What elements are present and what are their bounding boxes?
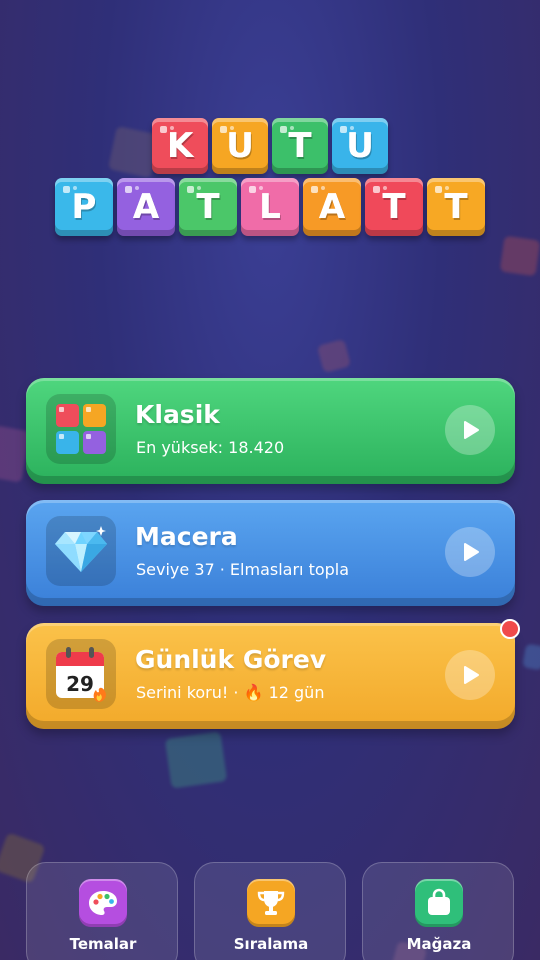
logo-word-patlat: P A T L A T T xyxy=(0,178,540,236)
mode-subtitle: Serini koru! · 🔥 12 gün xyxy=(136,683,325,702)
background-cube xyxy=(522,643,540,671)
palette-icon xyxy=(79,879,127,927)
notification-badge xyxy=(500,619,520,639)
mode-card-gunluk-gorev[interactable]: 29 Günlük Görev Serini koru! · 🔥 12 gün xyxy=(26,623,515,729)
mode-card-klasik[interactable]: Klasik En yüksek: 18.420 xyxy=(26,378,515,484)
play-button[interactable] xyxy=(445,405,495,455)
logo-tile: A xyxy=(117,178,175,236)
logo-tile: K xyxy=(152,118,208,174)
mode-card-macera[interactable]: Macera Seviye 37 · Elmasları topla xyxy=(26,500,515,606)
calendar-icon: 29 xyxy=(46,639,116,709)
shopping-bag-icon xyxy=(415,879,463,927)
nav-label: Sıralama xyxy=(233,935,309,953)
logo-word-kutu: K U T U xyxy=(0,118,540,174)
play-icon xyxy=(464,421,479,439)
logo-tile: U xyxy=(212,118,268,174)
background-cube xyxy=(164,731,228,789)
play-button[interactable] xyxy=(445,527,495,577)
nav-magaza-button[interactable]: Mağaza xyxy=(362,862,514,960)
mode-subtitle: Seviye 37 · Elmasları topla xyxy=(136,560,350,579)
mode-title: Macera xyxy=(135,522,238,551)
play-icon xyxy=(464,666,479,684)
mode-subtitle: En yüksek: 18.420 xyxy=(136,438,285,457)
logo-tile: T xyxy=(427,178,485,236)
diamond-icon xyxy=(46,516,116,586)
nav-temalar-button[interactable]: Temalar xyxy=(26,862,178,960)
logo-tile: A xyxy=(303,178,361,236)
logo-tile: T xyxy=(272,118,328,174)
logo-tile: U xyxy=(332,118,388,174)
play-icon xyxy=(464,543,479,561)
nav-label: Mağaza xyxy=(406,935,472,953)
nav-label: Temalar xyxy=(69,935,137,953)
logo-tile: L xyxy=(241,178,299,236)
block-grid-icon xyxy=(46,394,116,464)
background-cube xyxy=(499,235,540,277)
logo-tile: T xyxy=(365,178,423,236)
calendar-day: 29 xyxy=(66,672,94,696)
game-logo: K U T U P A T L A T T xyxy=(0,118,540,240)
logo-tile: T xyxy=(179,178,237,236)
play-button[interactable] xyxy=(445,650,495,700)
logo-tile: P xyxy=(55,178,113,236)
mode-title: Klasik xyxy=(135,400,220,429)
background-cube xyxy=(316,338,352,374)
mode-title: Günlük Görev xyxy=(135,645,327,674)
nav-siralama-button[interactable]: Sıralama xyxy=(194,862,346,960)
trophy-icon xyxy=(247,879,295,927)
